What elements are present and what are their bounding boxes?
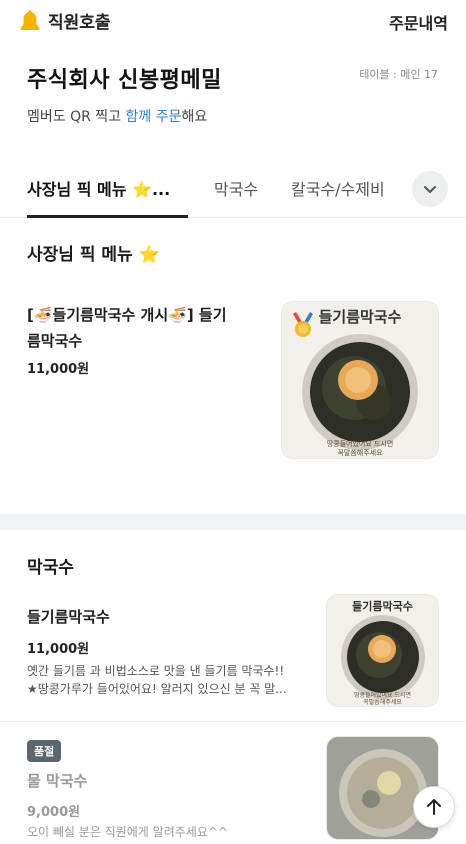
item-description: 옛간 들기름 과 비법소스로 맛을 낸 들기름 막국수!! ★땅콩가루가 들어있… xyxy=(27,662,307,698)
item-price: 11,000원 xyxy=(27,642,90,657)
medal-icon xyxy=(293,312,313,337)
table-label: 테이블 : 메인 17 xyxy=(359,68,438,81)
scroll-to-top-button[interactable] xyxy=(413,786,455,828)
item-image: 들기름막국수 땅콩들어있어요 드시면 꼭말씀해주세요 xyxy=(326,594,439,707)
store-info: 주식회사 신봉평메밀 테이블 : 메인 17 멤버도 QR 찍고 함께 주문해요 xyxy=(27,62,446,126)
section-title-owner-pick: 사장님 픽 메뉴 ⭐ xyxy=(27,245,160,265)
active-tab-indicator xyxy=(27,215,188,218)
image-caption-line2: 꼭말씀해주세요 xyxy=(337,449,383,457)
item-name: 들기름막국수 xyxy=(27,608,110,626)
section-divider xyxy=(0,514,466,530)
item-price: 11,000원 xyxy=(27,362,90,377)
item-description-line1: 옛간 들기름 과 비법소스로 맛을 낸 들기름 막국수!! xyxy=(27,664,285,678)
tab-makguksu[interactable]: 막국수 xyxy=(214,176,258,200)
tab-owner-pick[interactable]: 사장님 픽 메뉴 ⭐... xyxy=(27,176,170,200)
more-tabs-button[interactable] xyxy=(412,171,448,207)
item-separator xyxy=(0,721,466,722)
image-caption-line1: 땅콩들어있어요 드시면 xyxy=(353,692,412,699)
staff-call-label: 직원호출 xyxy=(48,13,111,33)
subtitle-text-end: 해요 xyxy=(181,109,208,125)
tab-kalguksu-sujebi[interactable]: 칼국수/수제비 xyxy=(291,176,385,200)
subtitle-text: 멤버도 QR 찍고 xyxy=(27,109,126,125)
staff-call-button[interactable]: 직원호출 xyxy=(18,8,111,33)
order-history-link[interactable]: 주문내역 xyxy=(389,10,448,34)
item-price: 9,000원 xyxy=(27,805,81,820)
bell-icon xyxy=(20,9,40,30)
category-tabs: 사장님 픽 메뉴 ⭐... 막국수 칼국수/수제비 xyxy=(0,166,466,218)
sold-out-badge: 품절 xyxy=(27,740,62,762)
noodle-bowl-image xyxy=(341,615,425,699)
item-name-line1: [🍜들기름막국수 개시🍜] 들기 xyxy=(27,306,227,324)
chevron-down-icon xyxy=(424,186,436,193)
store-subtitle: 멤버도 QR 찍고 함께 주문해요 xyxy=(27,106,446,126)
image-caption-line2: 꼭말씀해주세요 xyxy=(363,699,402,706)
item-name: 물 막국수 xyxy=(27,772,88,790)
item-description-line2: ★땅콩가루가 들어있어요! 알러지 있으신 분 꼭 말... xyxy=(27,682,287,696)
item-name: [🍜들기름막국수 개시🍜] 들기 름막국수 xyxy=(27,302,267,354)
section-title-makguksu: 막국수 xyxy=(27,558,74,578)
subtitle-highlight: 함께 주문 xyxy=(125,109,182,125)
top-bar: 직원호출 주문내역 xyxy=(0,0,466,44)
item-name-line2: 름막국수 xyxy=(27,332,83,350)
image-caption: 땅콩들어있어요 드시면 꼭말씀해주세요 xyxy=(327,692,438,706)
item-image: 들기름막국수 땅콩들어있어요 드시면 꼭말씀해주세요 xyxy=(281,301,439,459)
image-caption-line1: 땅콩들어있어요 드시면 xyxy=(326,440,394,448)
item-description: 오이 빼실 분은 직원에게 알려주세요^^ xyxy=(27,825,228,839)
arrow-up-icon xyxy=(427,799,441,815)
image-caption: 땅콩들어있어요 드시면 꼭말씀해주세요 xyxy=(282,440,438,458)
